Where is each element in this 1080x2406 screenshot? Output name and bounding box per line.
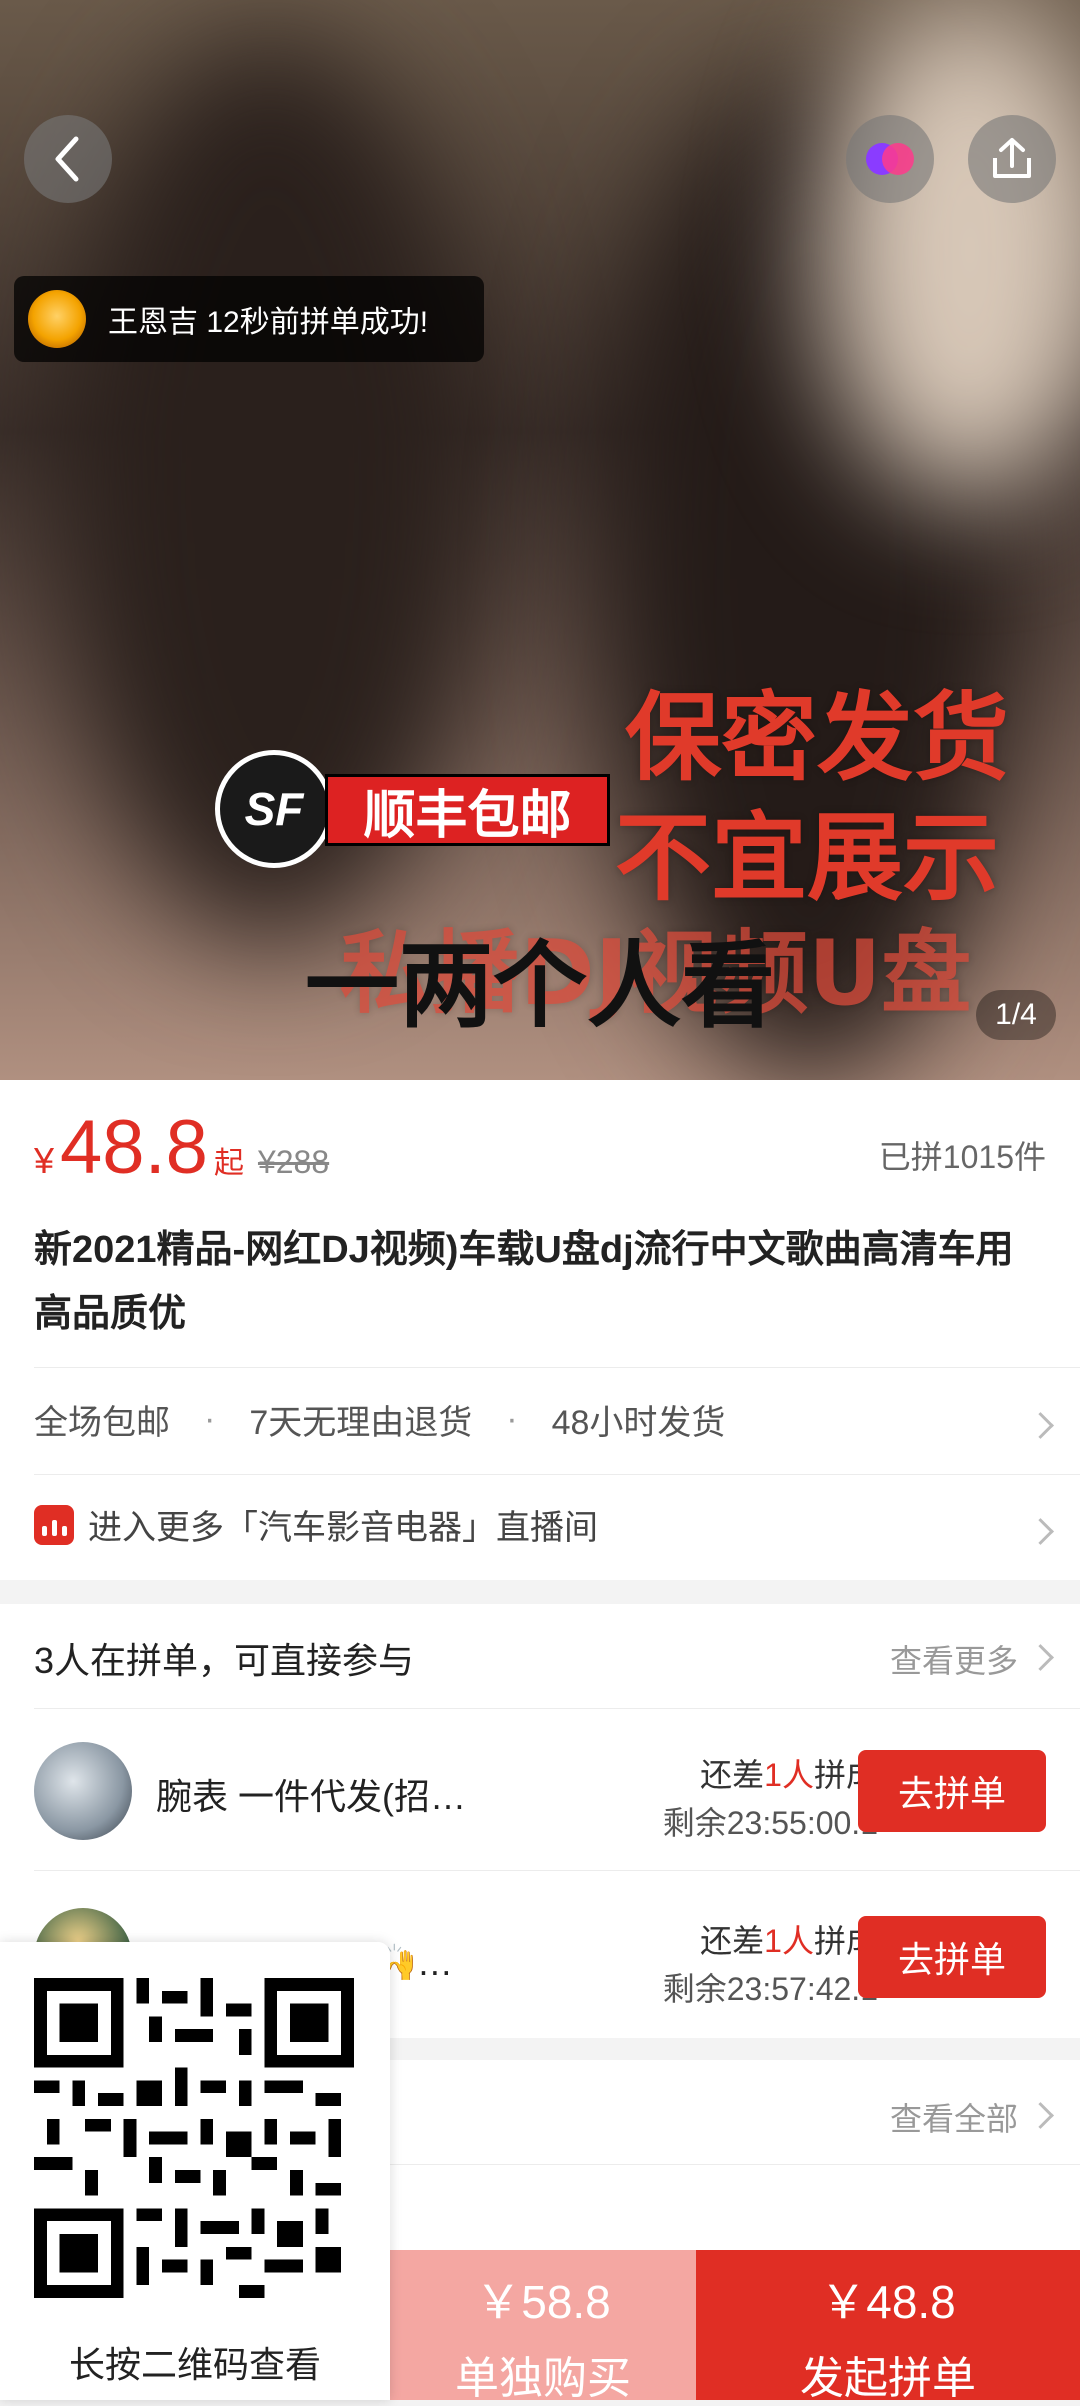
back-arrow-icon [55,136,79,182]
group-user-avatar [34,1742,132,1840]
sf-badge: SF 顺丰包邮 [215,750,610,868]
join-group-button[interactable]: 去拼单 [858,1916,1046,1998]
overlay-text-front: 一两个人看 [305,932,776,1041]
app-switch-button[interactable] [846,115,934,203]
group-view-more[interactable]: 查看更多 [890,1636,1018,1682]
qr-code-icon [34,1978,354,2298]
group-need: 还差1人拼成 [700,1916,878,1962]
group-need-prefix: 还差 [700,1757,765,1793]
price-row: ¥ 48.8 起 ¥288 [34,1110,329,1186]
group-buy-header: 3人在拼单，可直接参与 [34,1640,415,1681]
divider [34,1474,1080,1475]
app-logo-icon [866,143,914,175]
service-row[interactable]: 全场包邮 · 7天无理由退货 · 48小时发货 [34,1395,725,1444]
group-time-left: 剩余23:57:42.1 [662,1971,878,2007]
product-image-carousel[interactable]: 保密发货 不宜展示 SF 顺丰包邮 私播DJ视频U盘 一两个人看 王恩吉 12秒… [0,0,1080,1080]
service-7day-return: 7天无理由退货 [249,1404,473,1442]
qr-code-card[interactable]: 长按二维码查看 [0,1942,390,2400]
group-label: 发起拼单 [800,2354,976,2403]
share-icon [993,138,1031,178]
service-separator: · [506,1400,518,1438]
single-price: ￥58.8 [475,2276,611,2328]
divider [34,1708,1080,1709]
back-button[interactable] [24,115,112,203]
service-free-shipping: 全场包邮 [34,1404,170,1442]
original-price: ¥288 [257,1144,330,1180]
live-icon [34,1504,74,1545]
divider [34,1367,1080,1368]
service-48h-ship: 48小时发货 [551,1404,726,1442]
sf-logo-icon: SF [215,750,333,868]
group-need-count: 1人 [764,1757,814,1793]
buy-single-button[interactable]: ￥58.8 单独购买 [390,2250,696,2403]
start-group-button[interactable]: ￥48.8 发起拼单 [696,2250,1080,2403]
live-room-link[interactable]: 进入更多「汽车影音电器」直播间 [34,1500,598,1549]
toast-message: 王恩吉 12秒前拼单成功! [108,306,429,339]
product-title: 新2021精品-网红DJ视频)车载U盘dj流行中文歌曲高清车用高品质优 [34,1229,1014,1335]
sf-label: 顺丰包邮 [325,774,610,846]
sold-count: 已拼1015件 [878,1139,1046,1175]
share-button[interactable] [968,115,1056,203]
currency-symbol: ¥ [34,1140,55,1181]
qr-caption: 长按二维码查看 [68,2344,321,2385]
single-label: 单独购买 [455,2354,631,2403]
group-need-count: 1人 [764,1923,814,1959]
join-group-button[interactable]: 去拼单 [858,1750,1046,1832]
image-pager: 1/4 [976,990,1056,1040]
group-success-toast: 王恩吉 12秒前拼单成功! [14,276,484,362]
divider [34,1870,1080,1871]
group-time-left: 剩余23:55:00.1 [662,1805,878,1841]
overlay-text-1: 保密发货 [625,682,1009,794]
group-price: ￥48.8 [820,2276,956,2328]
overlay-text-2: 不宜展示 [615,802,999,914]
current-price: 48.8 [60,1105,208,1190]
reviews-view-all[interactable]: 查看全部 [890,2094,1018,2140]
group-user-name: 腕表 一件代发(招… [156,1776,466,1817]
service-separator: · [204,1400,216,1438]
group-need-prefix: 还差 [700,1923,765,1959]
group-need: 还差1人拼成 [700,1750,878,1796]
live-room-text: 进入更多「汽车影音电器」直播间 [88,1509,598,1547]
toast-avatar [28,290,86,348]
price-suffix: 起 [213,1147,244,1180]
